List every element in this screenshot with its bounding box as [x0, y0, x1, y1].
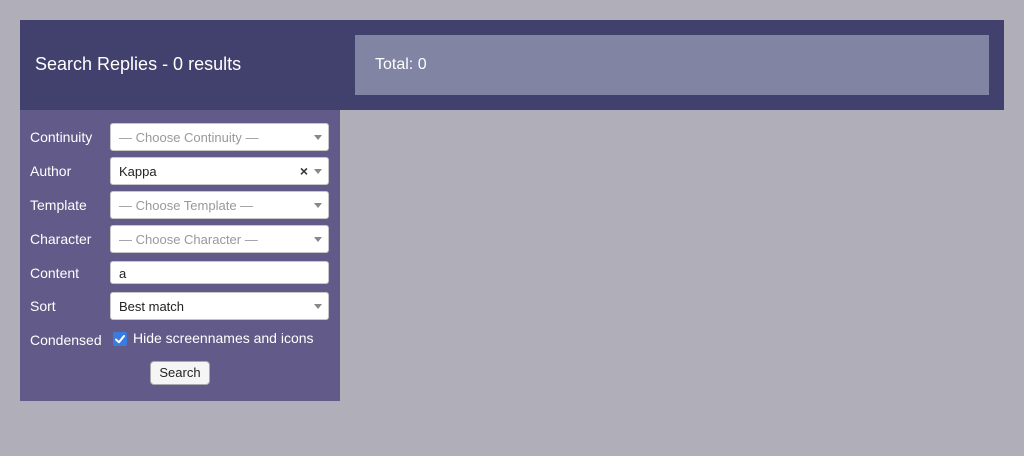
- continuity-placeholder: — Choose Continuity —: [119, 130, 259, 145]
- continuity-select[interactable]: — Choose Continuity —: [110, 123, 329, 151]
- content-value: a: [119, 266, 127, 281]
- character-placeholder: — Choose Character —: [119, 232, 258, 247]
- chevron-down-icon: [314, 169, 322, 174]
- checkmark-icon: [115, 335, 125, 344]
- character-label: Character: [30, 231, 92, 247]
- clear-icon[interactable]: ×: [300, 163, 308, 179]
- continuity-label: Continuity: [30, 129, 93, 145]
- condensed-checkbox[interactable]: [113, 332, 127, 346]
- total-box: Total: 0: [355, 35, 989, 95]
- chevron-down-icon: [314, 237, 322, 242]
- sort-value: Best match: [119, 299, 185, 314]
- template-placeholder: — Choose Template —: [119, 198, 254, 213]
- author-select[interactable]: Kappa ×: [110, 157, 329, 185]
- content-label: Content: [30, 265, 80, 281]
- content-input[interactable]: a: [110, 261, 329, 284]
- author-label: Author: [30, 163, 72, 179]
- chevron-down-icon: [314, 203, 322, 208]
- sort-label: Sort: [30, 298, 56, 314]
- sort-select[interactable]: Best match: [110, 292, 329, 320]
- template-label: Template: [30, 197, 87, 213]
- chevron-down-icon: [314, 304, 322, 309]
- chevron-down-icon: [314, 135, 322, 140]
- page-title: Search Replies - 0 results: [35, 54, 242, 74]
- condensed-checkbox-label[interactable]: Hide screennames and icons: [133, 330, 314, 346]
- total-count: Total: 0: [375, 56, 427, 73]
- template-select[interactable]: — Choose Template —: [110, 191, 329, 219]
- condensed-label: Condensed: [30, 332, 102, 348]
- character-select[interactable]: — Choose Character —: [110, 225, 329, 253]
- results-header: Search Replies - 0 results Total: 0: [20, 20, 1004, 110]
- search-form-panel: Continuity — Choose Continuity — Author …: [20, 110, 340, 401]
- author-value: Kappa: [119, 164, 157, 179]
- search-button[interactable]: Search: [150, 361, 210, 385]
